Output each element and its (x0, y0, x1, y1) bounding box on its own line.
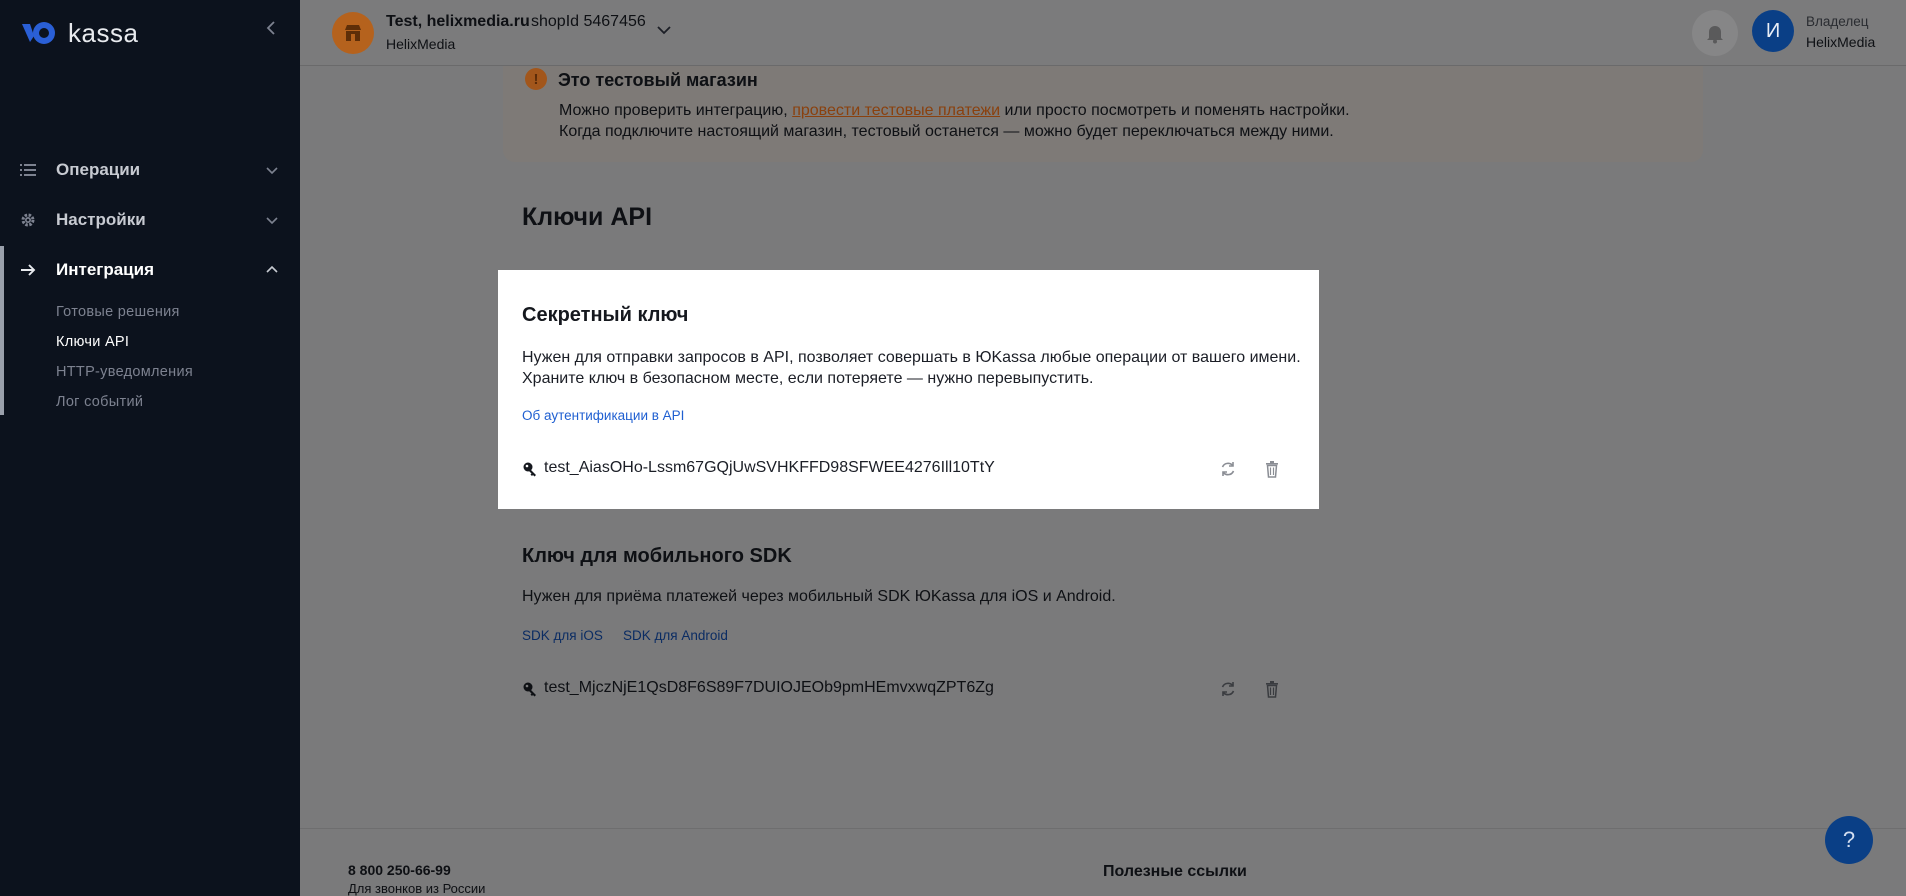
refresh-icon (1221, 682, 1235, 696)
shop-id: shopId 5467456 (531, 13, 646, 30)
help-button[interactable]: ? (1825, 816, 1873, 864)
warning-icon: ! (525, 68, 547, 90)
sdk-key-title: Ключ для мобильного SDK (522, 545, 792, 567)
chevron-down-icon (262, 210, 282, 230)
refresh-icon (1221, 462, 1235, 476)
useful-links-title: Полезные ссылки (1103, 863, 1247, 880)
delete-key-button[interactable] (1262, 459, 1282, 479)
chevron-left-icon (266, 21, 275, 35)
key-icon (523, 462, 536, 477)
user-avatar[interactable]: И (1752, 10, 1794, 52)
trash-icon (1266, 681, 1278, 698)
test-store-banner: ! Это тестовый магазин Можно проверить и… (503, 66, 1703, 162)
sidebar-item-label: Интеграция (56, 260, 155, 279)
arrow-right-icon (18, 260, 38, 280)
sidebar: kassa Операции Настройки Интеграция Гото… (0, 0, 300, 896)
shop-org: HelixMedia (386, 36, 456, 52)
bell-icon (1707, 26, 1723, 44)
shop-switcher-button[interactable] (654, 20, 674, 40)
banner-text-before: Можно проверить интеграцию, (559, 102, 793, 119)
test-payments-link[interactable]: провести тестовые платежи (792, 102, 1000, 119)
shop-avatar[interactable] (332, 12, 374, 54)
shop-name[interactable]: Test, helixmedia.ru (386, 13, 530, 31)
top-header: Test, helixmedia.ru shopId 5467456 Helix… (300, 0, 1906, 66)
banner-text-line2: Когда подключите настоящий магазин, тест… (559, 123, 1334, 140)
support-phone[interactable]: 8 800 250-66-99 (348, 862, 451, 878)
subnav-item-api-keys[interactable]: Ключи API (56, 330, 193, 360)
secret-key-title: Секретный ключ (522, 304, 689, 326)
sdk-key-row: test_MjczNjE1QsD8F6S89F7DUIOJEOb9pmHEmvx… (522, 679, 1292, 701)
support-phone-caption: Для звонков из России (348, 881, 486, 896)
app-root: kassa Операции Настройки Интеграция Гото… (0, 0, 1906, 896)
banner-text-line1: Можно проверить интеграцию, провести тес… (559, 102, 1350, 120)
key-icon (523, 682, 536, 697)
sidebar-collapse-button[interactable] (262, 18, 282, 38)
secret-key-value[interactable]: test_AiasOHo-Lssm67GQjUwSVHKFFD98SFWEE42… (544, 459, 995, 477)
sidebar-item-integration[interactable]: Интеграция (0, 250, 300, 290)
chevron-down-icon (657, 26, 671, 35)
sdk-ios-link[interactable]: SDK для iOS (522, 628, 603, 643)
notifications-button[interactable] (1692, 10, 1738, 56)
integration-subnav: Готовые решения Ключи API HTTP-уведомлен… (56, 300, 193, 420)
sidebar-item-label: Операции (56, 160, 141, 179)
store-icon (345, 25, 361, 41)
sdk-key-value[interactable]: test_MjczNjE1QsD8F6S89F7DUIOJEOb9pmHEmvx… (544, 679, 994, 697)
user-role: Владелец (1806, 14, 1869, 29)
reissue-key-button[interactable] (1218, 459, 1238, 479)
sidebar-item-label: Настройки (56, 210, 146, 229)
subnav-item-event-log[interactable]: Лог событий (56, 390, 193, 420)
user-name[interactable]: HelixMedia (1806, 34, 1875, 50)
sdk-key-description: Нужен для приёма платежей через мобильны… (522, 588, 1116, 605)
secret-key-card: Секретный ключ Нужен для отправки запрос… (498, 270, 1319, 509)
footer: 8 800 250-66-99 Для звонков из России По… (300, 828, 1906, 896)
sidebar-item-settings[interactable]: Настройки (0, 200, 300, 240)
subnav-item-http-notifications[interactable]: HTTP-уведомления (56, 360, 193, 390)
yoo-logo-icon (22, 22, 55, 44)
list-icon (18, 160, 38, 180)
sidebar-item-operations[interactable]: Операции (0, 150, 300, 190)
gear-icon (18, 210, 38, 230)
delete-sdk-key-button[interactable] (1262, 679, 1282, 699)
chevron-down-icon (262, 160, 282, 180)
page-title: Ключи API (522, 203, 653, 231)
trash-icon (1266, 461, 1278, 478)
banner-title: Это тестовый магазин (558, 70, 758, 90)
secret-key-desc-line2: Храните ключ в безопасном месте, если по… (522, 370, 1094, 387)
logo[interactable]: kassa (20, 18, 138, 48)
sdk-android-link[interactable]: SDK для Android (623, 628, 728, 643)
secret-key-description: Нужен для отправки запросов в API, позво… (522, 347, 1301, 389)
secret-key-desc-line1: Нужен для отправки запросов в API, позво… (522, 349, 1301, 366)
api-auth-link[interactable]: Об аутентификации в API (522, 408, 684, 423)
chevron-up-icon (262, 260, 282, 280)
subnav-item-ready-solutions[interactable]: Готовые решения (56, 300, 193, 330)
secret-key-row: test_AiasOHo-Lssm67GQjUwSVHKFFD98SFWEE42… (522, 459, 1292, 481)
reissue-sdk-key-button[interactable] (1218, 679, 1238, 699)
banner-text-after: или просто посмотреть и поменять настрой… (1000, 102, 1350, 119)
logo-text: kassa (68, 17, 139, 48)
